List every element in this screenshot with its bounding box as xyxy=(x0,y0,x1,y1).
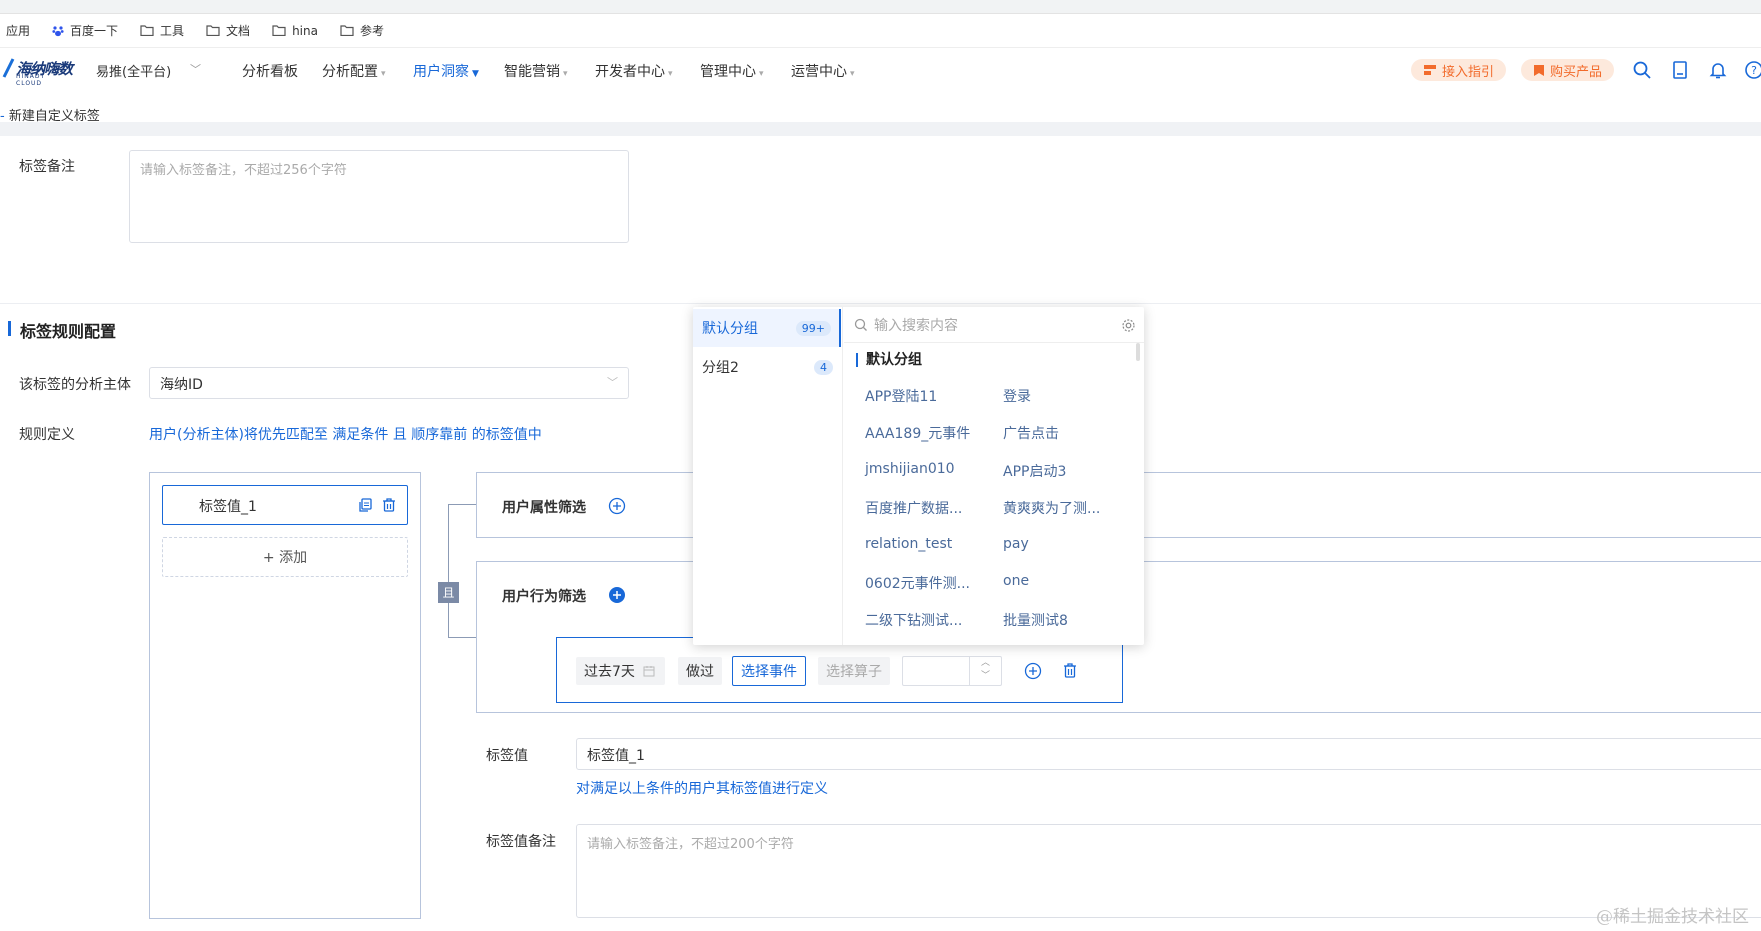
condition-row: 过去7天 做过 选择事件 选择算子 ︿ ﹀ xyxy=(556,637,1123,703)
add-condition-icon[interactable] xyxy=(1024,662,1042,680)
subject-label: 该标签的分析主体 xyxy=(19,377,131,393)
event-item[interactable]: 百度推广数据... xyxy=(865,498,962,518)
event-item[interactable]: one xyxy=(1003,573,1029,589)
bookmark-tools[interactable]: 工具 xyxy=(140,22,184,39)
bookmarks-bar: 应用 百度一下 工具 文档 hina 参考 xyxy=(0,14,1761,48)
svg-text:?: ? xyxy=(1751,64,1757,77)
event-search-input[interactable]: 输入搜索内容 xyxy=(844,307,1144,343)
bookmark-icon xyxy=(1534,64,1544,76)
bookmark-apps[interactable]: 应用 xyxy=(6,22,30,39)
event-item[interactable]: relation_test xyxy=(865,536,952,552)
event-item[interactable]: APP启动3 xyxy=(1003,461,1066,481)
tag-value-input[interactable]: 标签值_1 xyxy=(576,738,1761,770)
nav-management-center[interactable]: 管理中心 ▾ xyxy=(700,61,764,81)
tag-value-remark-label: 标签值备注 xyxy=(486,834,556,850)
event-item[interactable]: jmshijian010 xyxy=(865,461,955,477)
trash-icon[interactable] xyxy=(1062,662,1078,679)
tag-value-hint: 对满足以上条件的用户其标签值进行定义 xyxy=(576,781,828,797)
event-item[interactable]: 二级下钻测试... xyxy=(865,610,962,630)
platform-selector[interactable]: 易推(全平台) xyxy=(96,61,171,80)
tag-value-label: 标签值 xyxy=(486,748,528,764)
trash-icon[interactable] xyxy=(381,497,397,513)
bookmark-ref[interactable]: 参考 xyxy=(340,22,384,39)
app-header: 海纳嗨数 HINADT CLOUD 易推(全平台) ﹀ 分析看板 分析配置 ▾ 用… xyxy=(0,48,1761,92)
bookmark-docs[interactable]: 文档 xyxy=(206,22,250,39)
add-circle-icon[interactable] xyxy=(608,497,626,515)
nav-analysis-config[interactable]: 分析配置 ▾ xyxy=(322,61,386,81)
event-item[interactable]: APP登陆11 xyxy=(865,386,937,406)
book-icon[interactable] xyxy=(1670,60,1690,80)
event-item[interactable]: 登录 xyxy=(1003,386,1031,406)
tag-value-remark-field[interactable]: 请输入标签备注，不超过200个字符 xyxy=(576,824,1761,918)
folder-icon xyxy=(206,25,220,36)
browser-address-bar xyxy=(0,0,1761,14)
breadcrumb-bar: - 新建自定义标签 xyxy=(0,92,1761,136)
divider xyxy=(0,303,1761,304)
copy-icon[interactable] xyxy=(357,497,373,513)
rule-label: 规则定义 xyxy=(19,427,75,443)
select-event-button[interactable]: 选择事件 xyxy=(732,656,806,686)
search-icon[interactable] xyxy=(1632,60,1652,80)
time-range-picker[interactable]: 过去7天 xyxy=(576,657,665,685)
event-item[interactable]: 0602元事件测... xyxy=(865,573,970,593)
event-item[interactable]: 广告点击 xyxy=(1003,423,1059,443)
subject-select[interactable]: 海纳ID ﹀ xyxy=(149,367,629,399)
buy-product-button[interactable]: 购买产品 xyxy=(1521,59,1615,81)
event-item[interactable]: pay xyxy=(1003,536,1029,552)
chevron-down-icon[interactable]: ﹀ xyxy=(190,61,201,77)
tag-remark-field[interactable]: 请输入标签备注，不超过256个字符 xyxy=(129,150,629,243)
event-item[interactable]: 批量测试8 xyxy=(1003,610,1068,630)
folder-icon xyxy=(140,25,154,36)
tag-value-item[interactable]: 标签值_1 xyxy=(162,485,408,525)
bookmark-hina[interactable]: hina xyxy=(272,24,318,38)
event-item[interactable]: 黄爽爽为了测... xyxy=(1003,498,1100,518)
bell-icon[interactable] xyxy=(1708,60,1728,80)
group-list: 默认分组 99+ 分组2 4 xyxy=(693,307,843,645)
scrollbar[interactable] xyxy=(1136,343,1140,361)
help-icon[interactable]: ? xyxy=(1744,60,1761,80)
tag-remark-label: 标签备注 xyxy=(19,159,75,175)
logo-slash-icon xyxy=(2,58,15,78)
nav-developer-center[interactable]: 开发者中心 ▾ xyxy=(595,61,673,81)
folder-icon xyxy=(340,25,354,36)
folder-icon xyxy=(272,25,286,36)
rule-description: 用户(分析主体)将优先匹配至 满足条件 且 顺序靠前 的标签值中 xyxy=(149,427,542,443)
nav-smart-marketing[interactable]: 智能营销 ▾ xyxy=(504,61,568,81)
section-title: 标签规则配置 xyxy=(8,318,116,342)
did-select[interactable]: 做过 xyxy=(678,657,722,685)
add-circle-filled-icon[interactable] xyxy=(608,586,626,604)
group-2[interactable]: 分组2 4 xyxy=(693,348,841,386)
and-toggle[interactable]: 且 xyxy=(438,582,459,603)
gear-icon[interactable] xyxy=(1121,318,1136,333)
search-icon xyxy=(854,318,867,331)
and-connector xyxy=(448,504,476,638)
guide-icon xyxy=(1424,65,1436,75)
access-guide-button[interactable]: 接入指引 xyxy=(1411,59,1507,81)
bookmark-baidu[interactable]: 百度一下 xyxy=(52,22,118,39)
calendar-icon xyxy=(643,666,655,677)
nav-operations-center[interactable]: 运营中心 ▾ xyxy=(791,61,855,81)
logo[interactable]: 海纳嗨数 HINADT CLOUD xyxy=(2,57,73,87)
stepper-arrows[interactable]: ︿ ﹀ xyxy=(969,657,1001,685)
event-item[interactable]: AAA189_元事件 xyxy=(865,423,970,443)
add-tag-value-button[interactable]: + 添加 xyxy=(162,537,408,577)
event-dropdown: 默认分组 99+ 分组2 4 输入搜索内容 默认分组 APP登陆11 登录 AAA1… xyxy=(693,307,1144,645)
select-operator-button[interactable]: 选择算子 xyxy=(818,657,890,685)
nav-user-insight[interactable]: 用户洞察 ▼ xyxy=(413,61,479,81)
group-default[interactable]: 默认分组 99+ xyxy=(693,309,841,347)
breadcrumb: - 新建自定义标签 xyxy=(0,109,100,124)
chevron-down-icon: ﹀ xyxy=(607,376,618,389)
paw-icon xyxy=(52,25,64,36)
number-input[interactable]: ︿ ﹀ xyxy=(902,656,1002,686)
nav-dashboard[interactable]: 分析看板 xyxy=(242,61,298,81)
watermark: @稀土掘金技术社区 xyxy=(1596,907,1749,927)
section-default-group: 默认分组 xyxy=(856,353,922,367)
